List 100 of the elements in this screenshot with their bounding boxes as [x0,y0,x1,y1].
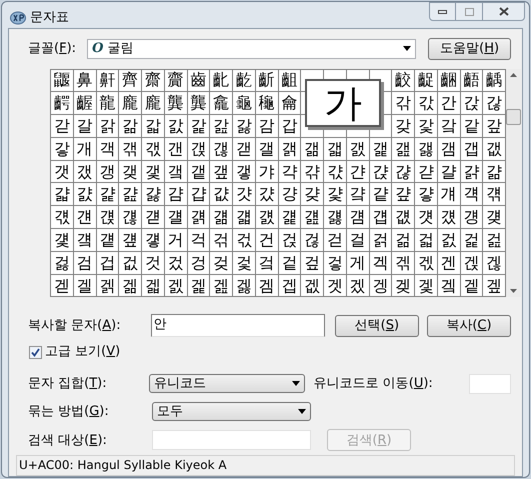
character-cell[interactable]: 龐 [119,92,142,116]
character-cell[interactable]: 걻 [415,229,438,252]
character-cell[interactable]: 겋 [324,252,347,275]
character-cell[interactable]: 걬 [74,229,96,252]
character-cell[interactable]: 겚 [210,274,233,298]
character-cell[interactable]: 齕 [233,70,256,92]
character-cell[interactable]: 걩 [460,206,484,230]
character-cell[interactable]: 것 [142,252,165,275]
character-cell[interactable]: 겑 [460,252,484,275]
character-cell[interactable]: 걉 [188,183,210,206]
character-cell[interactable]: 갠 [164,138,188,161]
character-cell[interactable]: 걈 [164,183,188,206]
character-cell[interactable]: 건 [256,229,278,252]
character-cell[interactable]: 갞 [119,138,142,161]
character-cell[interactable]: 겄 [164,252,188,275]
character-cell[interactable]: 걍 [278,183,302,206]
character-cell[interactable]: 걅 [96,183,120,206]
character-cell[interactable]: 걠 [256,206,278,230]
character-cell[interactable]: 걕 [460,183,484,206]
character-cell[interactable]: 갂 [392,92,415,116]
close-button[interactable] [482,2,525,21]
character-cell[interactable]: 걦 [392,206,415,230]
character-cell[interactable]: 걣 [324,206,347,230]
character-cell[interactable]: 龠 [278,92,302,116]
character-cell[interactable]: 鼾 [96,70,120,92]
character-cell[interactable]: 겠 [346,274,370,298]
character-cell[interactable]: 갴 [164,160,188,184]
character-cell[interactable]: 겞 [301,274,324,298]
character-cell[interactable]: 겕 [96,274,120,298]
character-cell[interactable]: 겗 [142,274,165,298]
character-cell[interactable]: 겘 [164,274,188,298]
character-cell[interactable]: 龔 [164,92,188,116]
character-cell[interactable]: 걽 [460,229,484,252]
character-cell[interactable]: 齎 [164,70,188,92]
character-cell[interactable]: 개 [74,138,96,161]
character-cell[interactable]: 걔 [438,183,460,206]
scrollbar-thumb[interactable] [506,108,521,125]
character-cell[interactable]: 같 [460,115,484,138]
character-cell[interactable]: 갦 [301,138,324,161]
character-cell[interactable]: 걵 [278,229,302,252]
character-cell[interactable]: 갼 [346,160,370,184]
character-cell[interactable]: 걊 [210,183,233,206]
character-cell[interactable]: 齗 [256,70,278,92]
character-cell[interactable]: 갹 [278,160,302,184]
character-cell[interactable]: 겜 [256,274,278,298]
character-cell[interactable]: 갱 [96,160,120,184]
character-cell[interactable]: 갗 [415,115,438,138]
character-cell[interactable]: 걚 [119,206,142,230]
character-cell[interactable]: 갣 [233,138,256,161]
character-cell[interactable]: 걏 [324,183,347,206]
character-cell[interactable]: 갤 [256,138,278,161]
character-cell[interactable]: 겆 [210,252,233,275]
character-cell[interactable]: 갛 [51,138,74,161]
character-cell[interactable]: 갋 [142,115,165,138]
character-cell[interactable]: 갎 [210,115,233,138]
character-cell[interactable]: 걝 [188,206,210,230]
character-cell[interactable]: 감 [256,115,278,138]
character-cell[interactable]: 갩 [370,138,392,161]
character-cell[interactable]: 겉 [278,252,302,275]
character-cell[interactable]: 갍 [188,115,210,138]
character-cell[interactable]: 겙 [188,274,210,298]
character-cell[interactable]: 龕 [210,92,233,116]
character-cell[interactable]: 겟 [324,274,347,298]
character-cell[interactable]: 걒 [392,183,415,206]
character-cell[interactable]: 걙 [96,206,120,230]
character-cell[interactable]: 갺 [301,160,324,184]
character-cell[interactable]: 겊 [301,252,324,275]
character-cell[interactable]: 갿 [415,160,438,184]
character-cell[interactable]: 갢 [210,138,233,161]
character-cell[interactable]: 갏 [233,115,256,138]
character-cell[interactable]: 齫 [438,70,460,92]
character-cell[interactable]: 齶 [51,92,74,116]
character-cell[interactable]: 걿 [51,252,74,275]
character-cell[interactable]: 龔 [188,92,210,116]
character-cell[interactable]: 齟 [278,70,302,92]
character-cell[interactable]: 걁 [460,160,484,184]
character-cell[interactable]: 갷 [233,160,256,184]
character-cell[interactable]: 겎 [392,252,415,275]
character-cell[interactable]: 걋 [233,183,256,206]
character-cell[interactable]: 갟 [142,138,165,161]
character-cell[interactable]: 겍 [370,252,392,275]
character-cell[interactable]: 갇 [51,115,74,138]
character-cell[interactable]: 겐 [438,252,460,275]
character-cell[interactable]: 겈 [256,252,278,275]
search-field[interactable] [152,430,311,450]
character-cell[interactable]: 걜 [164,206,188,230]
character-cell[interactable]: 걼 [438,229,460,252]
character-cell[interactable]: 걧 [415,206,438,230]
character-cell[interactable]: 걃 [51,183,74,206]
character-cell[interactable]: 걘 [74,206,96,230]
character-cell[interactable]: 齒 [188,70,210,92]
character-cell[interactable]: 갉 [96,115,120,138]
character-cell[interactable]: 걀 [438,160,460,184]
character-cell[interactable]: 鼻 [74,70,96,92]
character-cell[interactable]: 龝 [256,92,278,116]
character-cell[interactable]: 鼴 [51,70,74,92]
character-cell[interactable]: 걨 [438,206,460,230]
character-cell[interactable]: 겇 [233,252,256,275]
character-cell[interactable]: 걌 [256,183,278,206]
character-cell[interactable]: 걺 [392,229,415,252]
